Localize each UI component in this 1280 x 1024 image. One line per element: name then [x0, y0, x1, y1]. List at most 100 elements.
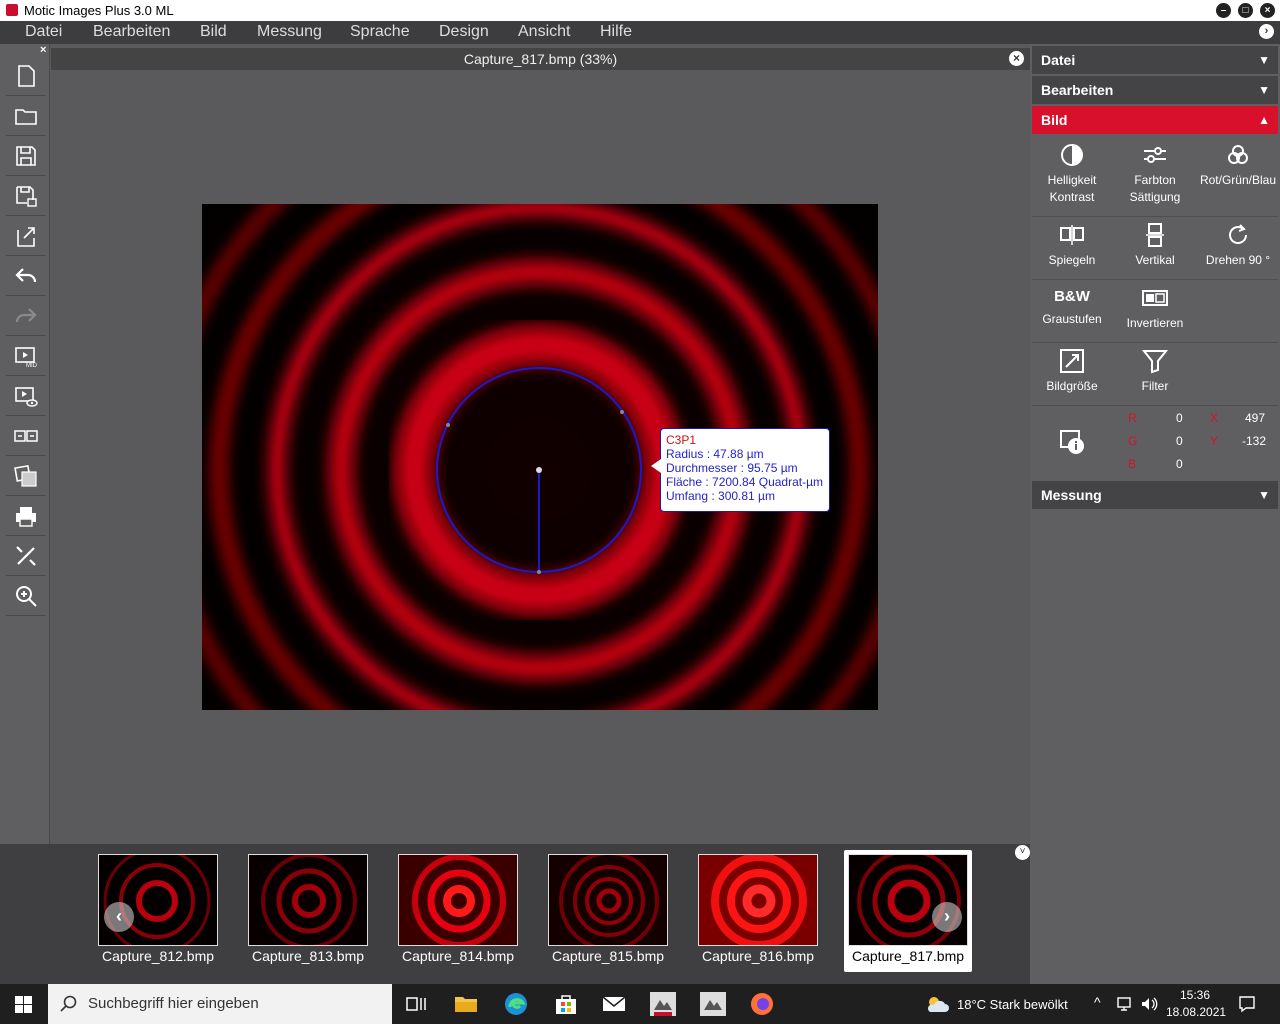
clock-date[interactable]: 18.08.2021 — [1166, 1005, 1226, 1019]
compare-button[interactable] — [6, 416, 46, 456]
section-bearbeiten-label: Bearbeiten — [1041, 82, 1114, 98]
hue-saturation-button[interactable]: Farbton Sättigung — [1113, 136, 1197, 204]
menu-design[interactable]: Design — [439, 23, 489, 41]
task-view-icon[interactable] — [402, 990, 430, 1018]
motic-app-icon-2[interactable] — [698, 990, 728, 1020]
firefox-icon[interactable] — [748, 990, 776, 1018]
thumbnail-image — [99, 855, 217, 945]
menu-messung[interactable]: Messung — [257, 23, 322, 41]
bottom-handle[interactable] — [537, 570, 541, 574]
chevron-up-icon[interactable]: ^ — [1094, 994, 1101, 1010]
menu-sprache[interactable]: Sprache — [350, 23, 410, 41]
new-file-icon — [18, 65, 35, 87]
window-title: Motic Images Plus 3.0 ML — [24, 3, 174, 18]
minimize-button[interactable]: – — [1216, 3, 1231, 18]
cloud-weather-icon[interactable] — [925, 994, 949, 1014]
brightness-contrast-button[interactable]: Helligkeit Kontrast — [1030, 136, 1114, 204]
contrast-label: Kontrast — [1049, 190, 1095, 204]
mail-icon[interactable] — [600, 990, 628, 1018]
gallery-button[interactable] — [6, 456, 46, 496]
store-icon[interactable] — [552, 990, 580, 1018]
invert-button[interactable]: Invertieren — [1113, 279, 1197, 339]
mirror-icon — [1060, 225, 1084, 245]
y-label: Y — [1210, 434, 1219, 448]
save-button[interactable] — [6, 136, 46, 176]
grayscale-label: Graustufen — [1042, 312, 1102, 326]
left-handle[interactable] — [446, 423, 450, 427]
vertical-flip-icon — [1146, 223, 1164, 247]
motic-app-icon[interactable] — [648, 990, 678, 1020]
collapse-panel-button[interactable]: › — [1259, 24, 1274, 39]
menu-hilfe[interactable]: Hilfe — [600, 23, 632, 41]
image-size-label: Bildgröße — [1046, 379, 1098, 393]
app-logo-icon — [6, 4, 18, 16]
brightness-label: Helligkeit — [1047, 173, 1097, 187]
y-value: -132 — [1242, 434, 1267, 448]
image-size-button[interactable]: Bildgröße — [1030, 342, 1114, 402]
next-thumbnail-button[interactable]: › — [932, 902, 962, 932]
print-button[interactable] — [6, 496, 46, 536]
weather-text[interactable]: 18°C Stark bewölkt — [957, 997, 1068, 1012]
maximize-button[interactable]: □ — [1238, 3, 1253, 18]
new-file-button[interactable] — [6, 56, 46, 96]
notifications-icon[interactable] — [1238, 995, 1256, 1013]
section-bild-label: Bild — [1041, 112, 1068, 128]
clock-time[interactable]: 15:36 — [1180, 988, 1210, 1002]
network-icon[interactable] — [1116, 996, 1134, 1012]
thumbnail-item[interactable]: Capture_815.bmp — [547, 854, 669, 970]
close-button[interactable]: × — [1260, 3, 1275, 18]
redo-button[interactable] — [6, 296, 46, 336]
collapse-strip-button[interactable]: ˅ — [1015, 845, 1030, 860]
export-button[interactable] — [6, 216, 46, 256]
tools-button[interactable] — [6, 536, 46, 576]
rgb-button[interactable]: Rot/Grün/Blau — [1196, 136, 1280, 196]
menu-datei[interactable]: Datei — [25, 23, 62, 41]
bw-icon: B&W — [1054, 288, 1090, 305]
undo-button[interactable] — [6, 256, 46, 296]
preview-button[interactable] — [6, 376, 46, 416]
rotate-button[interactable]: Drehen 90 ° — [1196, 216, 1280, 276]
section-bearbeiten[interactable]: Bearbeiten ▼ — [1032, 76, 1278, 104]
volume-icon[interactable] — [1140, 996, 1158, 1012]
thumbnail-caption: Capture_813.bmp — [251, 948, 365, 964]
section-bild[interactable]: Bild ▲ — [1032, 106, 1278, 134]
open-folder-button[interactable] — [6, 96, 46, 136]
menu-bearbeiten[interactable]: Bearbeiten — [93, 23, 170, 41]
close-toolbar-icon[interactable]: × — [40, 44, 46, 56]
mirror-button[interactable]: Spiegeln — [1030, 216, 1114, 276]
measurement-name: C3P1 — [666, 433, 697, 447]
chevron-down-icon: ▼ — [1258, 53, 1270, 67]
filter-button[interactable]: Filter — [1113, 342, 1197, 402]
image-info-icon — [1060, 430, 1084, 454]
grayscale-button[interactable]: B&W Graustufen — [1030, 279, 1114, 339]
thumbnail-item[interactable]: Capture_816.bmp — [697, 854, 819, 970]
zoom-button[interactable] — [6, 576, 46, 616]
save-icon — [16, 146, 36, 166]
chevron-down-icon: ▼ — [1258, 488, 1270, 502]
menu-bild[interactable]: Bild — [200, 23, 227, 41]
close-image-button[interactable]: × — [1009, 51, 1024, 66]
video-button[interactable]: MID — [6, 336, 46, 376]
svg-text:MID: MID — [26, 363, 38, 368]
vertical-label: Vertikal — [1135, 253, 1175, 267]
section-messung[interactable]: Messung ▼ — [1032, 481, 1278, 509]
video-preview-icon — [15, 387, 38, 407]
thumbnail-image — [699, 855, 817, 945]
rgb-circles-icon — [1228, 145, 1248, 164]
vertical-flip-button[interactable]: Vertikal — [1113, 216, 1197, 276]
edge-browser-icon[interactable] — [502, 990, 530, 1018]
thumbnail-item[interactable]: Capture_814.bmp — [397, 854, 519, 970]
previous-thumbnail-button[interactable]: ‹ — [104, 902, 134, 932]
file-explorer-icon[interactable] — [452, 990, 480, 1018]
windows-start-icon[interactable] — [15, 996, 32, 1013]
section-datei[interactable]: Datei ▼ — [1032, 46, 1278, 74]
app-window: Motic Images Plus 3.0 ML – □ × Datei Bea… — [0, 0, 1280, 1024]
measurement-radius: Radius : 47.88 µm — [666, 447, 764, 461]
right-handle[interactable] — [620, 410, 624, 414]
taskbar-search-input[interactable]: Suchbegriff hier eingeben — [48, 984, 392, 1024]
contrast-icon — [1061, 144, 1083, 166]
save-as-button[interactable] — [6, 176, 46, 216]
thumbnail-item[interactable]: Capture_813.bmp — [247, 854, 369, 970]
center-handle[interactable] — [536, 467, 542, 473]
menu-ansicht[interactable]: Ansicht — [518, 23, 570, 41]
